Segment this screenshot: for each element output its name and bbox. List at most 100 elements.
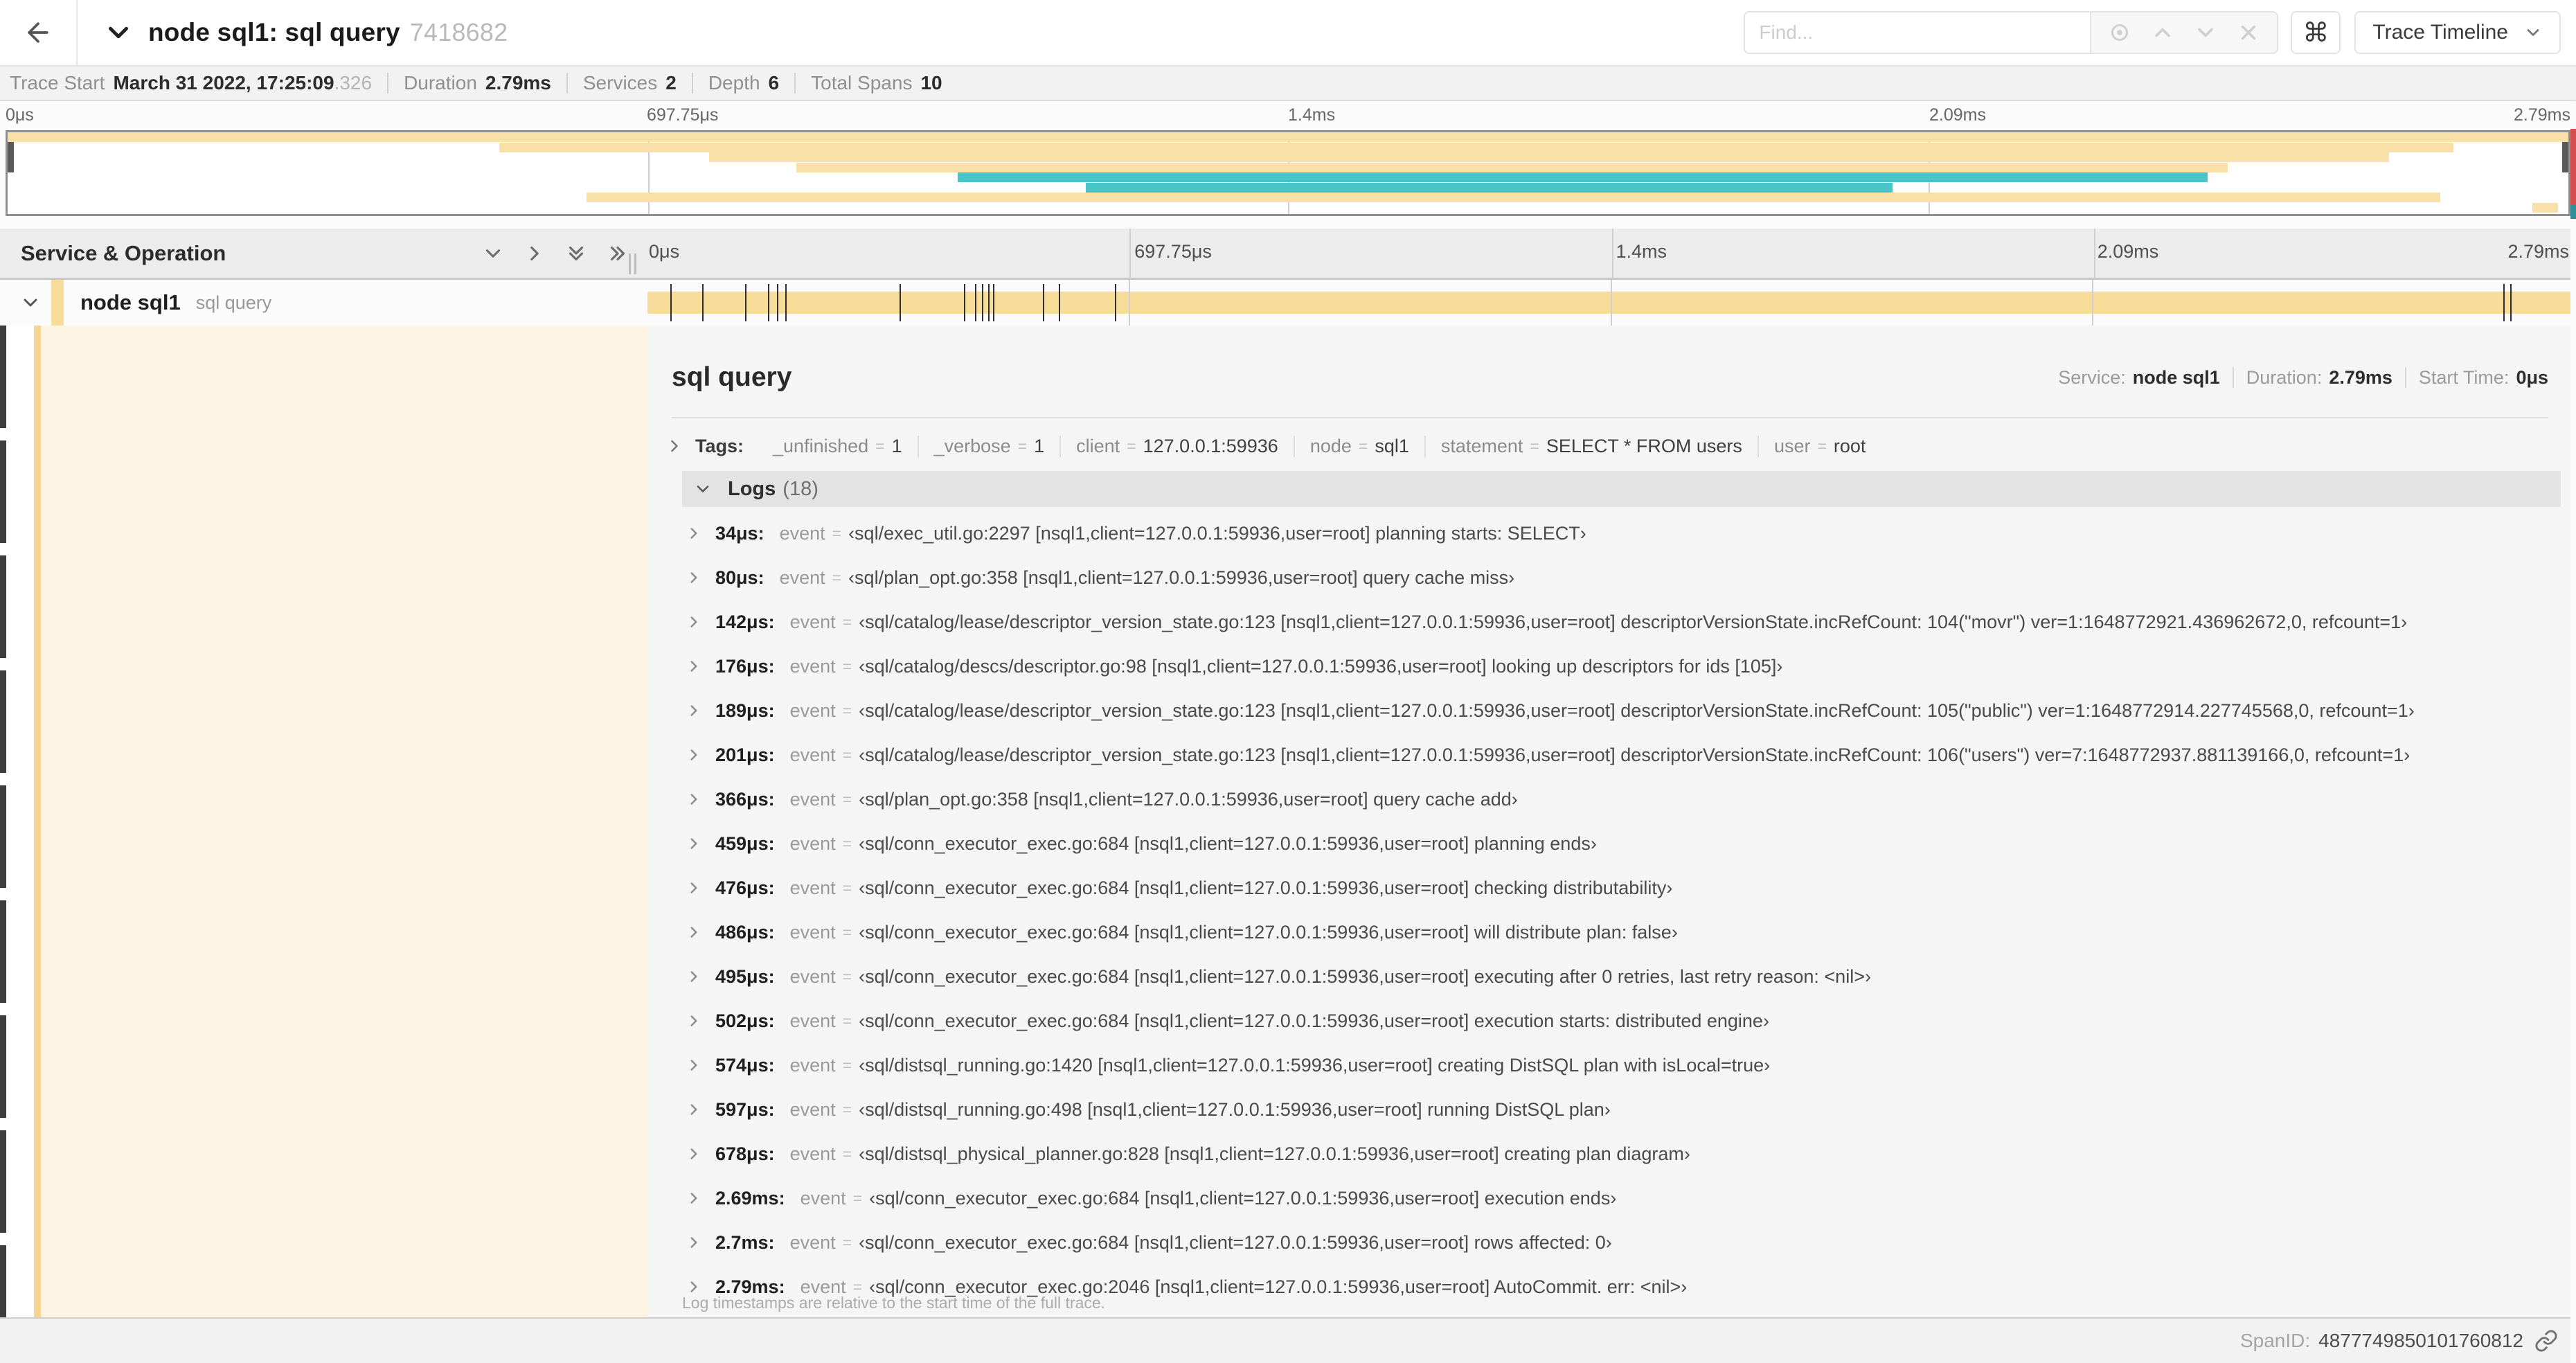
tag-value: root <box>1833 435 1866 456</box>
scrollbar-marker-teal <box>2570 205 2576 219</box>
log-marker-tick <box>2503 284 2505 321</box>
log-row[interactable]: 574μs: event = ‹sql/distsql_running.go:1… <box>682 1043 2561 1087</box>
minimap-span-bar <box>796 162 2228 172</box>
meta-label: Service: <box>2058 366 2126 388</box>
double-chevron-down-icon <box>564 242 588 265</box>
service-name: node sql1 <box>80 290 181 314</box>
log-row[interactable]: 34μs: event = ‹sql/exec_util.go:2297 [ns… <box>682 511 2561 555</box>
log-row[interactable]: 459μs: event = ‹sql/conn_executor_exec.g… <box>682 821 2561 866</box>
expand-one-button[interactable] <box>523 242 546 265</box>
span-row[interactable]: node sql1 sql query <box>0 280 2576 326</box>
log-row[interactable]: 597μs: event = ‹sql/distsql_running.go:4… <box>682 1087 2561 1132</box>
locate-button[interactable] <box>2098 14 2141 51</box>
logs-label: Logs <box>728 477 776 500</box>
log-row[interactable]: 189μs: event = ‹sql/catalog/lease/descri… <box>682 688 2561 733</box>
log-marker-tick <box>670 284 672 321</box>
left-scroll-indicator[interactable] <box>0 326 6 1317</box>
collapse-trace-chevron[interactable] <box>102 17 134 48</box>
log-equals: = <box>842 612 852 631</box>
chevron-right-icon <box>685 790 703 808</box>
tag-item: node = sql1 <box>1295 435 1426 457</box>
chevron-right-icon <box>685 1101 703 1119</box>
find-input[interactable] <box>1744 11 2091 54</box>
summary-value: 2 <box>665 72 677 93</box>
chevron-down-icon <box>481 242 505 265</box>
log-marker-tick <box>744 284 746 321</box>
span-track[interactable] <box>647 280 2574 326</box>
log-equals: = <box>842 1233 852 1251</box>
log-row[interactable]: 201μs: event = ‹sql/catalog/lease/descri… <box>682 733 2561 777</box>
log-marker-tick <box>982 284 984 321</box>
log-equals: = <box>842 878 852 897</box>
minimap-canvas[interactable] <box>6 130 2573 218</box>
view-dropdown-label: Trace Timeline <box>2372 21 2508 44</box>
chevron-down-icon <box>102 17 134 48</box>
find-clear-button[interactable] <box>2227 14 2270 51</box>
log-field-key: event <box>779 522 825 544</box>
summary-divider <box>566 73 568 93</box>
minimap-span-bar <box>499 142 2453 152</box>
collapse-all-button[interactable] <box>564 242 588 265</box>
tag-value: 127.0.0.1:59936 <box>1143 435 1278 456</box>
log-marker-tick <box>993 284 995 321</box>
log-row[interactable]: 2.69ms: event = ‹sql/conn_executor_exec.… <box>682 1176 2561 1220</box>
chevron-right-icon <box>685 746 703 764</box>
logs-accordion-header[interactable]: Logs (18) <box>682 471 2561 507</box>
back-button[interactable] <box>0 0 78 65</box>
tag-key: user <box>1773 435 1811 456</box>
log-equals: = <box>842 1011 852 1030</box>
find-prev-button[interactable] <box>2141 14 2184 51</box>
log-row[interactable]: 366μs: event = ‹sql/plan_opt.go:358 [nsq… <box>682 777 2561 821</box>
log-row[interactable]: 678μs: event = ‹sql/distsql_physical_pla… <box>682 1132 2561 1176</box>
log-row[interactable]: 486μs: event = ‹sql/conn_executor_exec.g… <box>682 910 2561 954</box>
log-row[interactable]: 495μs: event = ‹sql/conn_executor_exec.g… <box>682 954 2561 999</box>
summary-label: Duration <box>404 72 477 93</box>
log-field-key: event <box>789 832 836 854</box>
log-equals: = <box>842 1055 852 1074</box>
log-row[interactable]: 80μs: event = ‹sql/plan_opt.go:358 [nsql… <box>682 555 2561 600</box>
minimap-span-bar <box>709 152 2390 162</box>
find-next-button[interactable] <box>2184 14 2227 51</box>
log-field-key: event <box>789 877 836 898</box>
minimap-span-bar <box>957 172 2208 182</box>
tag-key: _unfinished <box>773 435 869 456</box>
log-field-value: ‹sql/conn_executor_exec.go:684 [nsql1,cl… <box>859 921 1678 943</box>
log-field-key: event <box>789 700 836 721</box>
chevron-right-icon <box>685 1189 703 1207</box>
log-field-value: ‹sql/catalog/descs/descriptor.go:98 [nsq… <box>859 655 1783 677</box>
right-scrollbar[interactable] <box>2570 101 2576 1363</box>
log-timestamp: 502μs: <box>715 1010 775 1031</box>
locate-icon <box>2107 20 2132 45</box>
log-equals: = <box>842 1144 852 1163</box>
chevron-up-icon <box>2150 20 2175 45</box>
column-resize-handle[interactable] <box>629 253 643 274</box>
minimap-tick-label: 0μs <box>6 105 34 125</box>
tag-value: SELECT * FROM users <box>1546 435 1742 456</box>
log-equals: = <box>832 524 842 542</box>
expand-all-button[interactable] <box>606 242 629 265</box>
minimap-tick-labels: 0μs 697.75μs 1.4ms 2.09ms 2.79ms <box>0 105 2576 129</box>
log-field-value: ‹sql/conn_executor_exec.go:684 [nsql1,cl… <box>869 1187 1617 1209</box>
tag-equals: = <box>1127 436 1136 455</box>
keyboard-shortcuts-button[interactable]: ⌘ <box>2291 11 2341 54</box>
axis-gridline <box>1129 280 1131 326</box>
tags-accordion[interactable]: Tags: _unfinished = 1 _verbose = 1 clien… <box>665 427 2534 465</box>
tag-equals: = <box>1017 436 1028 455</box>
log-timestamp: 476μs: <box>715 877 775 898</box>
log-row[interactable]: 176μs: event = ‹sql/catalog/descs/descri… <box>682 644 2561 688</box>
service-operation-header: Service & Operation <box>0 229 647 278</box>
log-field-key: event <box>789 1143 836 1164</box>
collapse-one-button[interactable] <box>481 242 505 265</box>
log-marker-tick <box>785 284 787 321</box>
link-icon[interactable] <box>2534 1329 2558 1353</box>
span-collapse-chevron[interactable] <box>19 292 42 314</box>
view-dropdown-button[interactable]: Trace Timeline <box>2354 11 2561 54</box>
arrow-left-icon <box>23 17 53 48</box>
chevron-right-icon <box>685 1012 703 1030</box>
log-row[interactable]: 502μs: event = ‹sql/conn_executor_exec.g… <box>682 999 2561 1043</box>
tag-value: 1 <box>1034 435 1045 456</box>
log-row[interactable]: 142μs: event = ‹sql/catalog/lease/descri… <box>682 600 2561 644</box>
log-row[interactable]: 2.7ms: event = ‹sql/conn_executor_exec.g… <box>682 1220 2561 1265</box>
log-row[interactable]: 476μs: event = ‹sql/conn_executor_exec.g… <box>682 866 2561 910</box>
service-operation-title: Service & Operation <box>21 240 226 265</box>
